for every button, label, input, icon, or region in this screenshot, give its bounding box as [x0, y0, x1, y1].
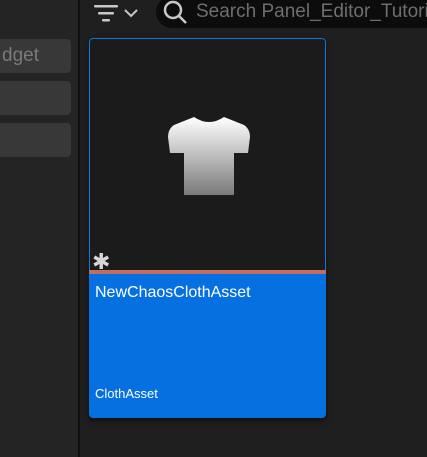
sidebar-item-3[interactable]: [0, 123, 71, 157]
filter-icon: [94, 5, 118, 22]
chevron-down-icon: [124, 9, 138, 18]
search-input[interactable]: Search Panel_Editor_Tutorial: [196, 1, 427, 23]
sidebar: dget: [0, 0, 78, 457]
asset-name: NewChaosClothAsset: [95, 284, 251, 301]
toolbar: Search Panel_Editor_Tutorial: [80, 0, 427, 30]
asset-type: ClothAsset: [95, 386, 158, 401]
search-icon: [163, 0, 187, 24]
asset-thumbnail: ✱: [89, 38, 326, 273]
sidebar-item-2[interactable]: [0, 81, 71, 115]
asset-label-area: NewChaosClothAsset ClothAsset: [89, 274, 326, 418]
filter-button[interactable]: [94, 0, 144, 26]
tshirt-icon: [168, 116, 250, 195]
sidebar-item-widget[interactable]: dget: [0, 39, 71, 73]
sidebar-item-label: dget: [2, 45, 39, 66]
asset-tile[interactable]: ✱ NewChaosClothAsset ClothAsset: [89, 38, 326, 418]
content-browser: dget Search Panel_Editor_Tutorial ✱ NewC…: [0, 0, 427, 457]
search-box[interactable]: Search Panel_Editor_Tutorial: [156, 0, 427, 28]
